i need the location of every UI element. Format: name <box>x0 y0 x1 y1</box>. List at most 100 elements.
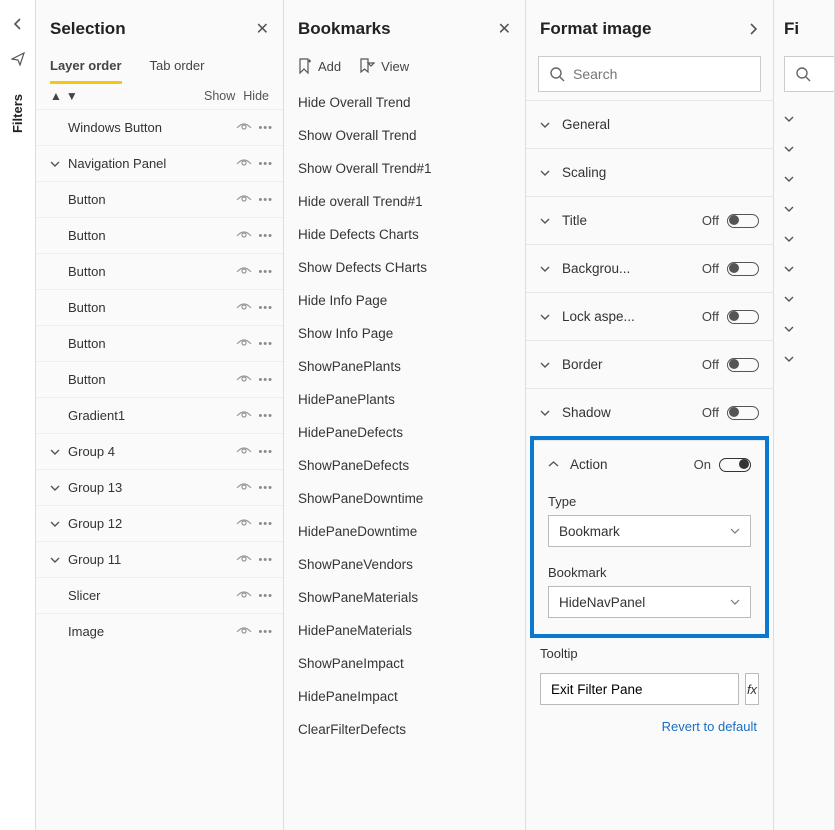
chevron-down-icon[interactable] <box>50 159 68 169</box>
bookmark-item[interactable]: Show Overall Trend#1 <box>284 152 525 185</box>
visibility-icon[interactable] <box>236 266 252 278</box>
selection-item[interactable]: Group 13••• <box>36 469 283 505</box>
bookmark-item[interactable]: ShowPanePlants <box>284 350 525 383</box>
selection-item[interactable]: Button••• <box>36 217 283 253</box>
format-section[interactable]: Scaling <box>526 148 773 196</box>
toggle-switch[interactable] <box>719 458 751 472</box>
visibility-icon[interactable] <box>236 122 252 134</box>
visibility-icon[interactable] <box>236 626 252 638</box>
bookmark-item[interactable]: Hide Overall Trend <box>284 86 525 119</box>
selection-item[interactable]: Button••• <box>36 289 283 325</box>
close-icon[interactable]: ✕ <box>498 19 511 39</box>
bookmark-item[interactable]: Hide Defects Charts <box>284 218 525 251</box>
visibility-icon[interactable] <box>236 230 252 242</box>
tab-layer-order[interactable]: Layer order <box>50 52 122 84</box>
bookmark-item[interactable]: HidePaneDowntime <box>284 515 525 548</box>
field-item[interactable] <box>774 104 834 134</box>
selection-item[interactable]: Navigation Panel••• <box>36 145 283 181</box>
bookmark-item[interactable]: ShowPaneDefects <box>284 449 525 482</box>
bookmark-item[interactable]: ShowPaneImpact <box>284 647 525 680</box>
more-icon[interactable]: ••• <box>258 230 273 242</box>
bookmark-item[interactable]: HidePaneMaterials <box>284 614 525 647</box>
bookmark-item[interactable]: ShowPaneDowntime <box>284 482 525 515</box>
visibility-icon[interactable] <box>236 374 252 386</box>
field-item[interactable] <box>774 284 834 314</box>
visibility-icon[interactable] <box>236 590 252 602</box>
view-bookmark-button[interactable]: View <box>359 58 409 74</box>
selection-item[interactable]: Button••• <box>36 361 283 397</box>
selection-item[interactable]: Group 11••• <box>36 541 283 577</box>
visibility-icon[interactable] <box>236 446 252 458</box>
type-select[interactable]: Bookmark <box>548 515 751 547</box>
more-icon[interactable]: ••• <box>258 446 273 458</box>
fx-button[interactable]: fx <box>745 673 759 705</box>
format-section[interactable]: Backgrou...Off <box>526 244 773 292</box>
more-icon[interactable]: ••• <box>258 374 273 386</box>
bookmark-item[interactable]: Hide overall Trend#1 <box>284 185 525 218</box>
selection-item[interactable]: Button••• <box>36 253 283 289</box>
selection-item[interactable]: Button••• <box>36 181 283 217</box>
collapse-left-icon[interactable] <box>12 18 24 30</box>
section-action[interactable]: Action On <box>534 440 765 488</box>
more-icon[interactable]: ••• <box>258 302 273 314</box>
bookmark-item[interactable]: Hide Info Page <box>284 284 525 317</box>
move-up-icon[interactable]: ▲ <box>50 89 62 103</box>
selection-item[interactable]: Gradient1••• <box>36 397 283 433</box>
chevron-down-icon[interactable] <box>50 555 68 565</box>
show-button[interactable]: Show <box>204 89 235 103</box>
bookmark-item[interactable]: ClearFilterDefects <box>284 713 525 746</box>
format-section[interactable]: Lock aspe...Off <box>526 292 773 340</box>
filters-rail-label[interactable]: Filters <box>10 94 25 133</box>
format-section[interactable]: TitleOff <box>526 196 773 244</box>
field-item[interactable] <box>774 314 834 344</box>
more-icon[interactable]: ••• <box>258 266 273 278</box>
field-item[interactable] <box>774 344 834 374</box>
more-icon[interactable]: ••• <box>258 554 273 566</box>
bookmark-item[interactable]: ShowPaneVendors <box>284 548 525 581</box>
revert-link[interactable]: Revert to default <box>526 709 773 734</box>
more-icon[interactable]: ••• <box>258 518 273 530</box>
visibility-icon[interactable] <box>236 302 252 314</box>
visibility-icon[interactable] <box>236 554 252 566</box>
visibility-icon[interactable] <box>236 194 252 206</box>
toggle-switch[interactable] <box>727 262 759 276</box>
bookmark-item[interactable]: HidePaneDefects <box>284 416 525 449</box>
selection-item[interactable]: Slicer••• <box>36 577 283 613</box>
fields-search[interactable] <box>784 56 834 92</box>
more-icon[interactable]: ••• <box>258 590 273 602</box>
move-down-icon[interactable]: ▼ <box>66 89 78 103</box>
toggle-switch[interactable] <box>727 406 759 420</box>
bookmark-item[interactable]: Show Overall Trend <box>284 119 525 152</box>
visibility-icon[interactable] <box>236 482 252 494</box>
chevron-down-icon[interactable] <box>50 447 68 457</box>
more-icon[interactable]: ••• <box>258 158 273 170</box>
selection-item[interactable]: Button••• <box>36 325 283 361</box>
field-item[interactable] <box>774 254 834 284</box>
more-icon[interactable]: ••• <box>258 410 273 422</box>
bookmark-item[interactable]: ShowPaneMaterials <box>284 581 525 614</box>
toggle-switch[interactable] <box>727 214 759 228</box>
format-section[interactable]: General <box>526 100 773 148</box>
bookmark-item[interactable]: Show Defects CHarts <box>284 251 525 284</box>
format-search[interactable] <box>538 56 761 92</box>
bookmark-item[interactable]: Show Info Page <box>284 317 525 350</box>
bookmark-item[interactable]: HidePanePlants <box>284 383 525 416</box>
field-item[interactable] <box>774 194 834 224</box>
more-icon[interactable]: ••• <box>258 482 273 494</box>
visibility-icon[interactable] <box>236 410 252 422</box>
more-icon[interactable]: ••• <box>258 626 273 638</box>
field-item[interactable] <box>774 224 834 254</box>
bookmark-select[interactable]: HideNavPanel <box>548 586 751 618</box>
selection-item[interactable]: Group 12••• <box>36 505 283 541</box>
tab-tab-order[interactable]: Tab order <box>150 52 205 83</box>
chevron-right-icon[interactable] <box>747 23 759 35</box>
bookmark-item[interactable]: HidePaneImpact <box>284 680 525 713</box>
tooltip-input[interactable] <box>540 673 739 705</box>
format-section[interactable]: ShadowOff <box>526 388 773 436</box>
chevron-down-icon[interactable] <box>50 483 68 493</box>
more-icon[interactable]: ••• <box>258 338 273 350</box>
format-section[interactable]: BorderOff <box>526 340 773 388</box>
hide-button[interactable]: Hide <box>243 89 269 103</box>
more-icon[interactable]: ••• <box>258 122 273 134</box>
add-bookmark-button[interactable]: Add <box>298 58 341 74</box>
